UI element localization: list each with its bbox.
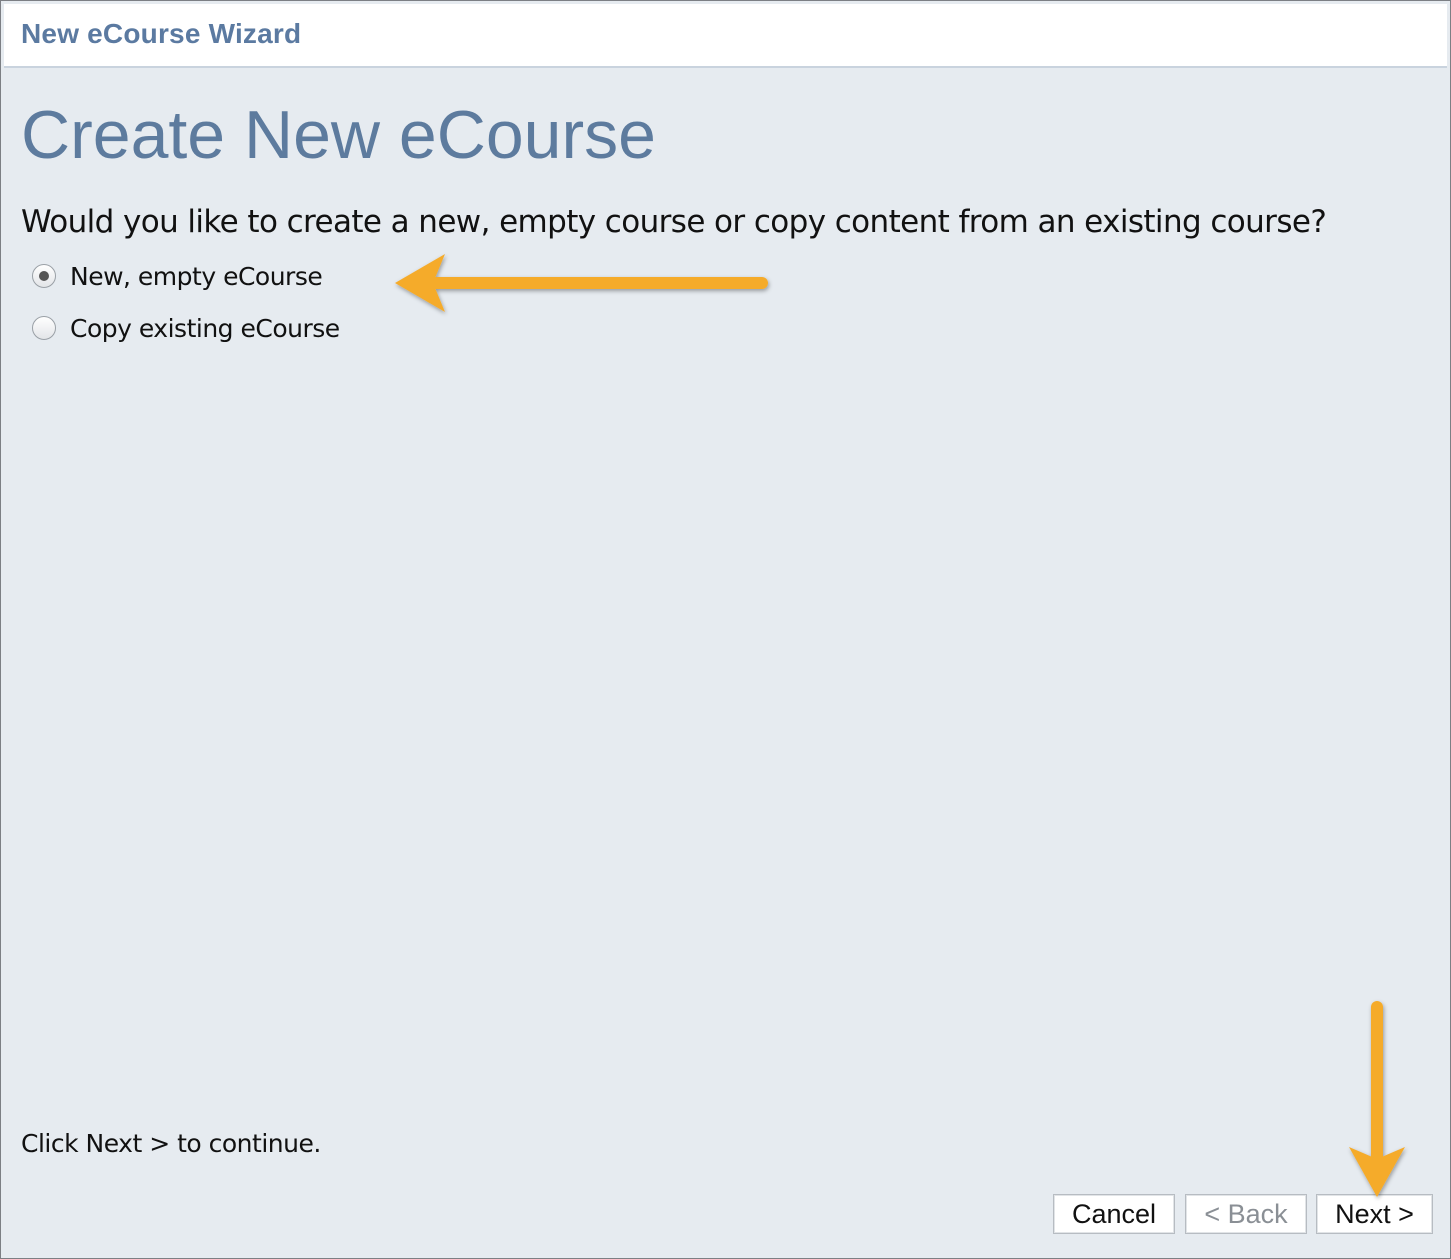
wizard-window: New eCourse Wizard Create New eCourse Wo… — [0, 0, 1451, 1259]
option-new-empty-ecourse[interactable]: New, empty eCourse — [32, 258, 323, 294]
option-copy-existing-ecourse[interactable]: Copy existing eCourse — [32, 310, 340, 346]
window-title: New eCourse Wizard — [21, 18, 302, 49]
page-title: Create New eCourse — [21, 97, 656, 173]
back-button[interactable]: < Back — [1185, 1194, 1307, 1234]
wizard-question: Would you like to create a new, empty co… — [21, 204, 1327, 240]
option-label[interactable]: Copy existing eCourse — [70, 314, 340, 343]
continue-hint: Click Next > to continue. — [21, 1129, 321, 1158]
radio-button-copy-existing[interactable] — [32, 316, 56, 340]
cancel-button[interactable]: Cancel — [1053, 1194, 1175, 1234]
next-button[interactable]: Next > — [1316, 1194, 1433, 1234]
title-bar: New eCourse Wizard — [4, 4, 1447, 68]
radio-button-new-empty[interactable] — [32, 264, 56, 288]
option-label[interactable]: New, empty eCourse — [70, 262, 323, 291]
wizard-content: Create New eCourse Would you like to cre… — [4, 68, 1447, 1254]
